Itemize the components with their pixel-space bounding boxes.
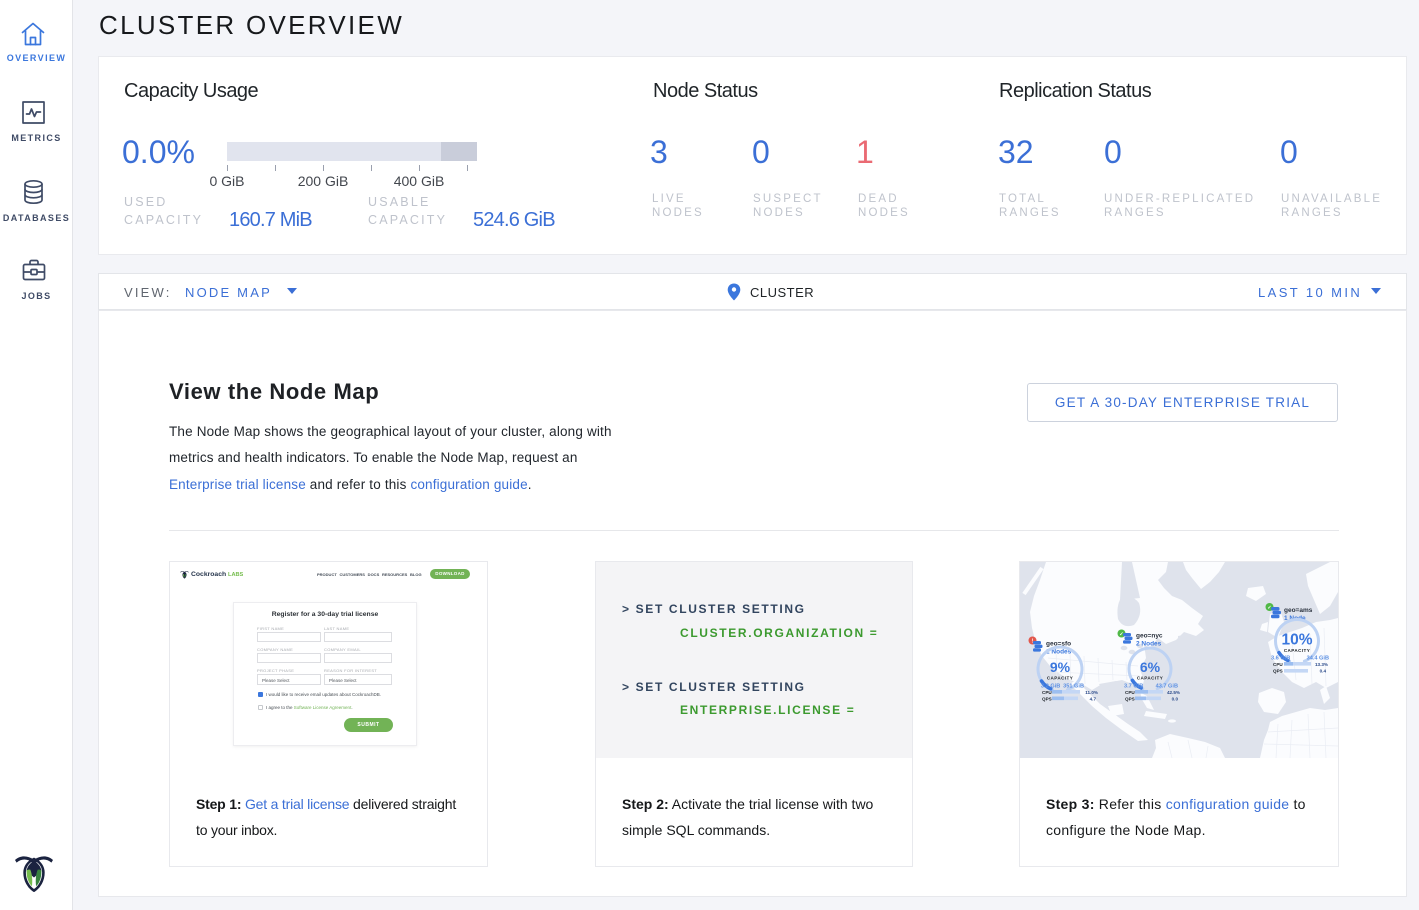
svg-text:CAPACITY: CAPACITY [1047,676,1073,681]
svg-text:✓: ✓ [1119,632,1123,638]
svg-text:11.0%: 11.0% [1085,690,1098,695]
svg-text:CAPACITY: CAPACITY [1137,676,1163,681]
svg-text:34.4 GiB: 34.4 GiB [1307,656,1329,662]
svg-text:351 GiB: 351 GiB [1063,684,1084,690]
svg-text:42.5%: 42.5% [1167,690,1180,695]
svg-text:6%: 6% [1140,659,1161,675]
svg-text:3.6 GiB: 3.6 GiB [1271,656,1290,662]
svg-text:3.2 GiB: 3.2 GiB [1041,684,1060,690]
svg-text:geo=nyc: geo=nyc [1136,633,1163,640]
svg-text:13.3%: 13.3% [1315,662,1328,667]
svg-text:CPU: CPU [1125,690,1135,695]
svg-text:✓: ✓ [1267,605,1271,611]
svg-text:10%: 10% [1281,632,1312,649]
svg-text:0.4: 0.4 [1320,669,1327,674]
svg-text:3.7 GiB: 3.7 GiB [1124,684,1143,690]
svg-text:0.0: 0.0 [1172,697,1179,702]
svg-text:CAPACITY: CAPACITY [1284,648,1310,653]
svg-text:QPS: QPS [1273,669,1283,674]
svg-text:4.7: 4.7 [1090,697,1097,702]
svg-text:2 Nodes: 2 Nodes [1136,641,1162,648]
svg-text:43.7 GiB: 43.7 GiB [1156,684,1178,690]
svg-text:QPS: QPS [1125,697,1135,702]
svg-text:QPS: QPS [1042,697,1052,702]
svg-text:CPU: CPU [1042,690,1052,695]
svg-text:CPU: CPU [1273,662,1283,667]
svg-text:geo=ams: geo=ams [1284,607,1313,614]
svg-text:9%: 9% [1050,659,1071,675]
